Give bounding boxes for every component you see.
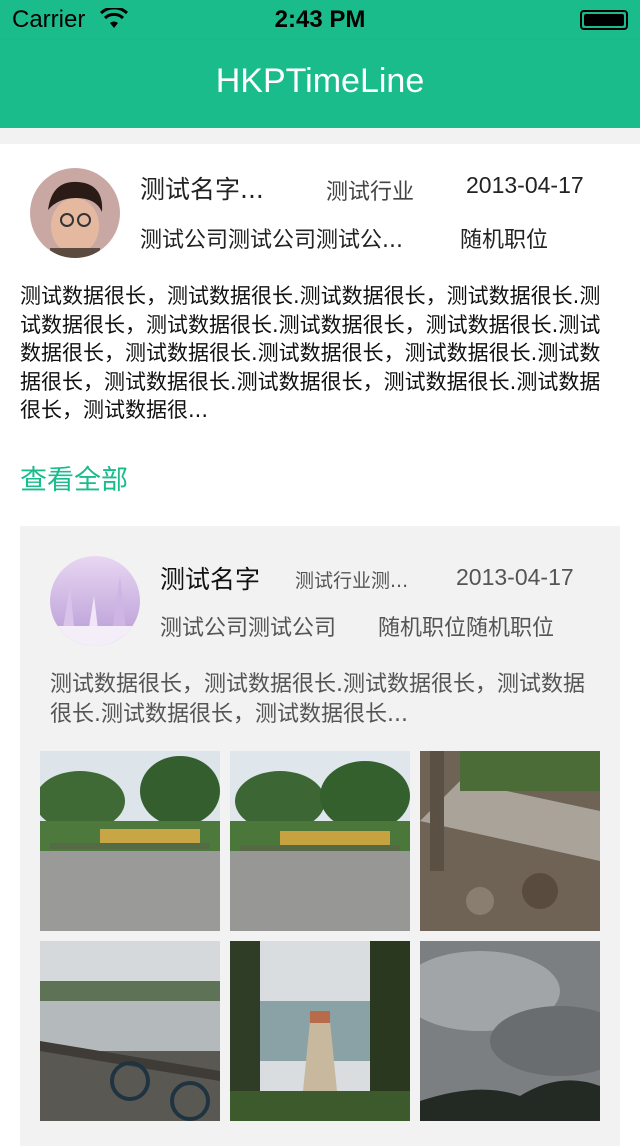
park-photo — [40, 751, 220, 931]
status-time: 2:43 PM — [274, 6, 366, 33]
user-name[interactable]: 测试名字... — [140, 170, 300, 206]
lake-pier-photo — [230, 941, 410, 1121]
repost-user-industry: 测试行业测... — [295, 570, 409, 592]
repost-avatar-image — [50, 556, 140, 646]
repost-avatar[interactable] — [50, 556, 140, 646]
status-bar: Carrier 2:43 PM — [0, 0, 640, 40]
repost-card[interactable]: 测试名字 测试行业测... 2013-04-17 测试公司测试公司 随机职位随机… — [20, 526, 620, 1146]
photo-thumbnail[interactable] — [420, 941, 600, 1121]
navigation-bar: HKPTimeLine — [0, 40, 640, 128]
repost-user-company: 测试公司测试公司 — [160, 616, 337, 641]
repost-content: 测试数据很长，测试数据很长.测试数据很长，测试数据很长.测试数据很长，测试数据很… — [50, 672, 585, 727]
user-avatar[interactable] — [30, 168, 120, 258]
avatar-image — [30, 168, 120, 258]
post-content: 测试数据很长，测试数据很长.测试数据很长，测试数据很长.测试数据很长，测试数据很… — [20, 284, 601, 422]
lake-railing-photo — [40, 941, 220, 1121]
cloudy-sky-photo — [420, 941, 600, 1121]
section-divider — [0, 128, 640, 144]
user-industry: 测试行业 — [326, 180, 415, 205]
view-all-link[interactable]: 查看全部 — [20, 458, 128, 497]
shaded-path-photo — [420, 751, 600, 931]
repost-date: 2013-04-17 — [456, 564, 574, 590]
photo-thumbnail[interactable] — [420, 751, 600, 931]
user-position: 随机职位 — [460, 228, 549, 253]
user-company: 测试公司测试公司测试公... — [140, 228, 403, 253]
post-date: 2013-04-17 — [466, 172, 584, 198]
nav-title: HKPTimeLine — [215, 62, 425, 100]
repost-user-name[interactable]: 测试名字 — [160, 560, 280, 596]
battery-icon — [580, 10, 628, 30]
photo-thumbnail[interactable] — [230, 941, 410, 1121]
photo-thumbnail[interactable] — [40, 751, 220, 931]
photo-thumbnail[interactable] — [40, 941, 220, 1121]
park-photo — [230, 751, 410, 931]
photo-thumbnail[interactable] — [230, 751, 410, 931]
repost-user-position: 随机职位随机职位 — [378, 616, 555, 641]
